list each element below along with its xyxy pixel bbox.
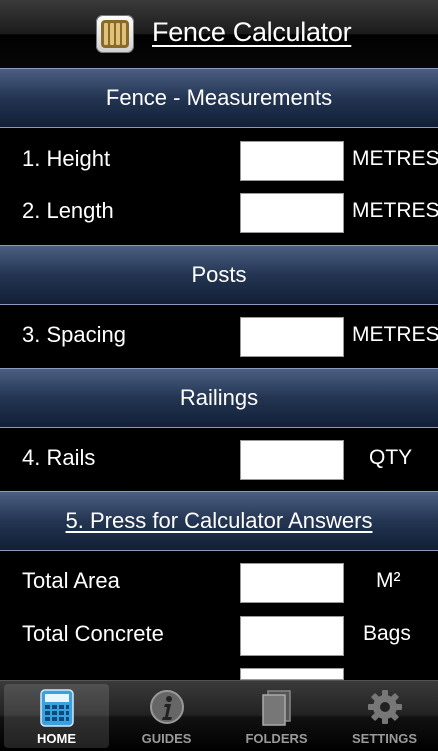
gear-icon [367,689,403,730]
rails-unit: QTY [369,446,413,469]
tab-home[interactable]: HOME [4,684,109,748]
length-input[interactable] [240,193,344,233]
length-label: 2. Length [22,198,114,223]
total-concrete-label: Total Concrete [22,621,164,646]
section-title: Railings [179,385,259,410]
calculate-answers-button[interactable]: 5. Press for Calculator Answers [0,491,438,551]
tab-folders[interactable]: FOLDERS [224,684,329,748]
section-header-posts: Posts [0,245,438,305]
calculate-answers-label: 5. Press for Calculator Answers [65,508,373,533]
rails-input[interactable] [240,440,344,480]
spacing-unit: METRES [352,323,438,346]
total-area-unit: M² [376,569,401,592]
total-concrete-field [240,616,344,656]
tab-label: GUIDES [141,731,192,746]
tab-label: SETTINGS [351,731,417,746]
folder-icon [260,689,294,732]
page-title: Fence Calculator [152,17,352,47]
total-concrete-unit: Bags [363,622,411,645]
rails-label: 4. Rails [22,445,96,470]
info-icon [149,689,185,730]
height-label: 1. Height [22,146,111,171]
section-header-measurements: Fence - Measurements [0,68,438,128]
total-area-label: Total Area [22,568,120,593]
next-result-field [240,668,344,680]
spacing-label: 3. Spacing [22,322,126,347]
tab-label: HOME [37,731,76,746]
height-input[interactable] [240,141,344,181]
length-unit: METRES [352,199,438,222]
tab-label: FOLDERS [245,731,308,746]
title-bar: Fence Calculator [0,0,438,69]
section-header-railings: Railings [0,368,438,428]
fence-app-icon [96,15,134,53]
tab-bar: HOME GUIDES FOLDERS SETTINGS [0,680,438,751]
section-title: Fence - Measurements [105,85,333,110]
height-unit: METRES [352,147,438,170]
section-title: Posts [191,262,247,287]
total-area-field [240,563,344,603]
spacing-input[interactable] [240,317,344,357]
tab-guides[interactable]: GUIDES [114,684,219,748]
calculator-icon [39,689,74,732]
tab-settings[interactable]: SETTINGS [332,684,437,748]
